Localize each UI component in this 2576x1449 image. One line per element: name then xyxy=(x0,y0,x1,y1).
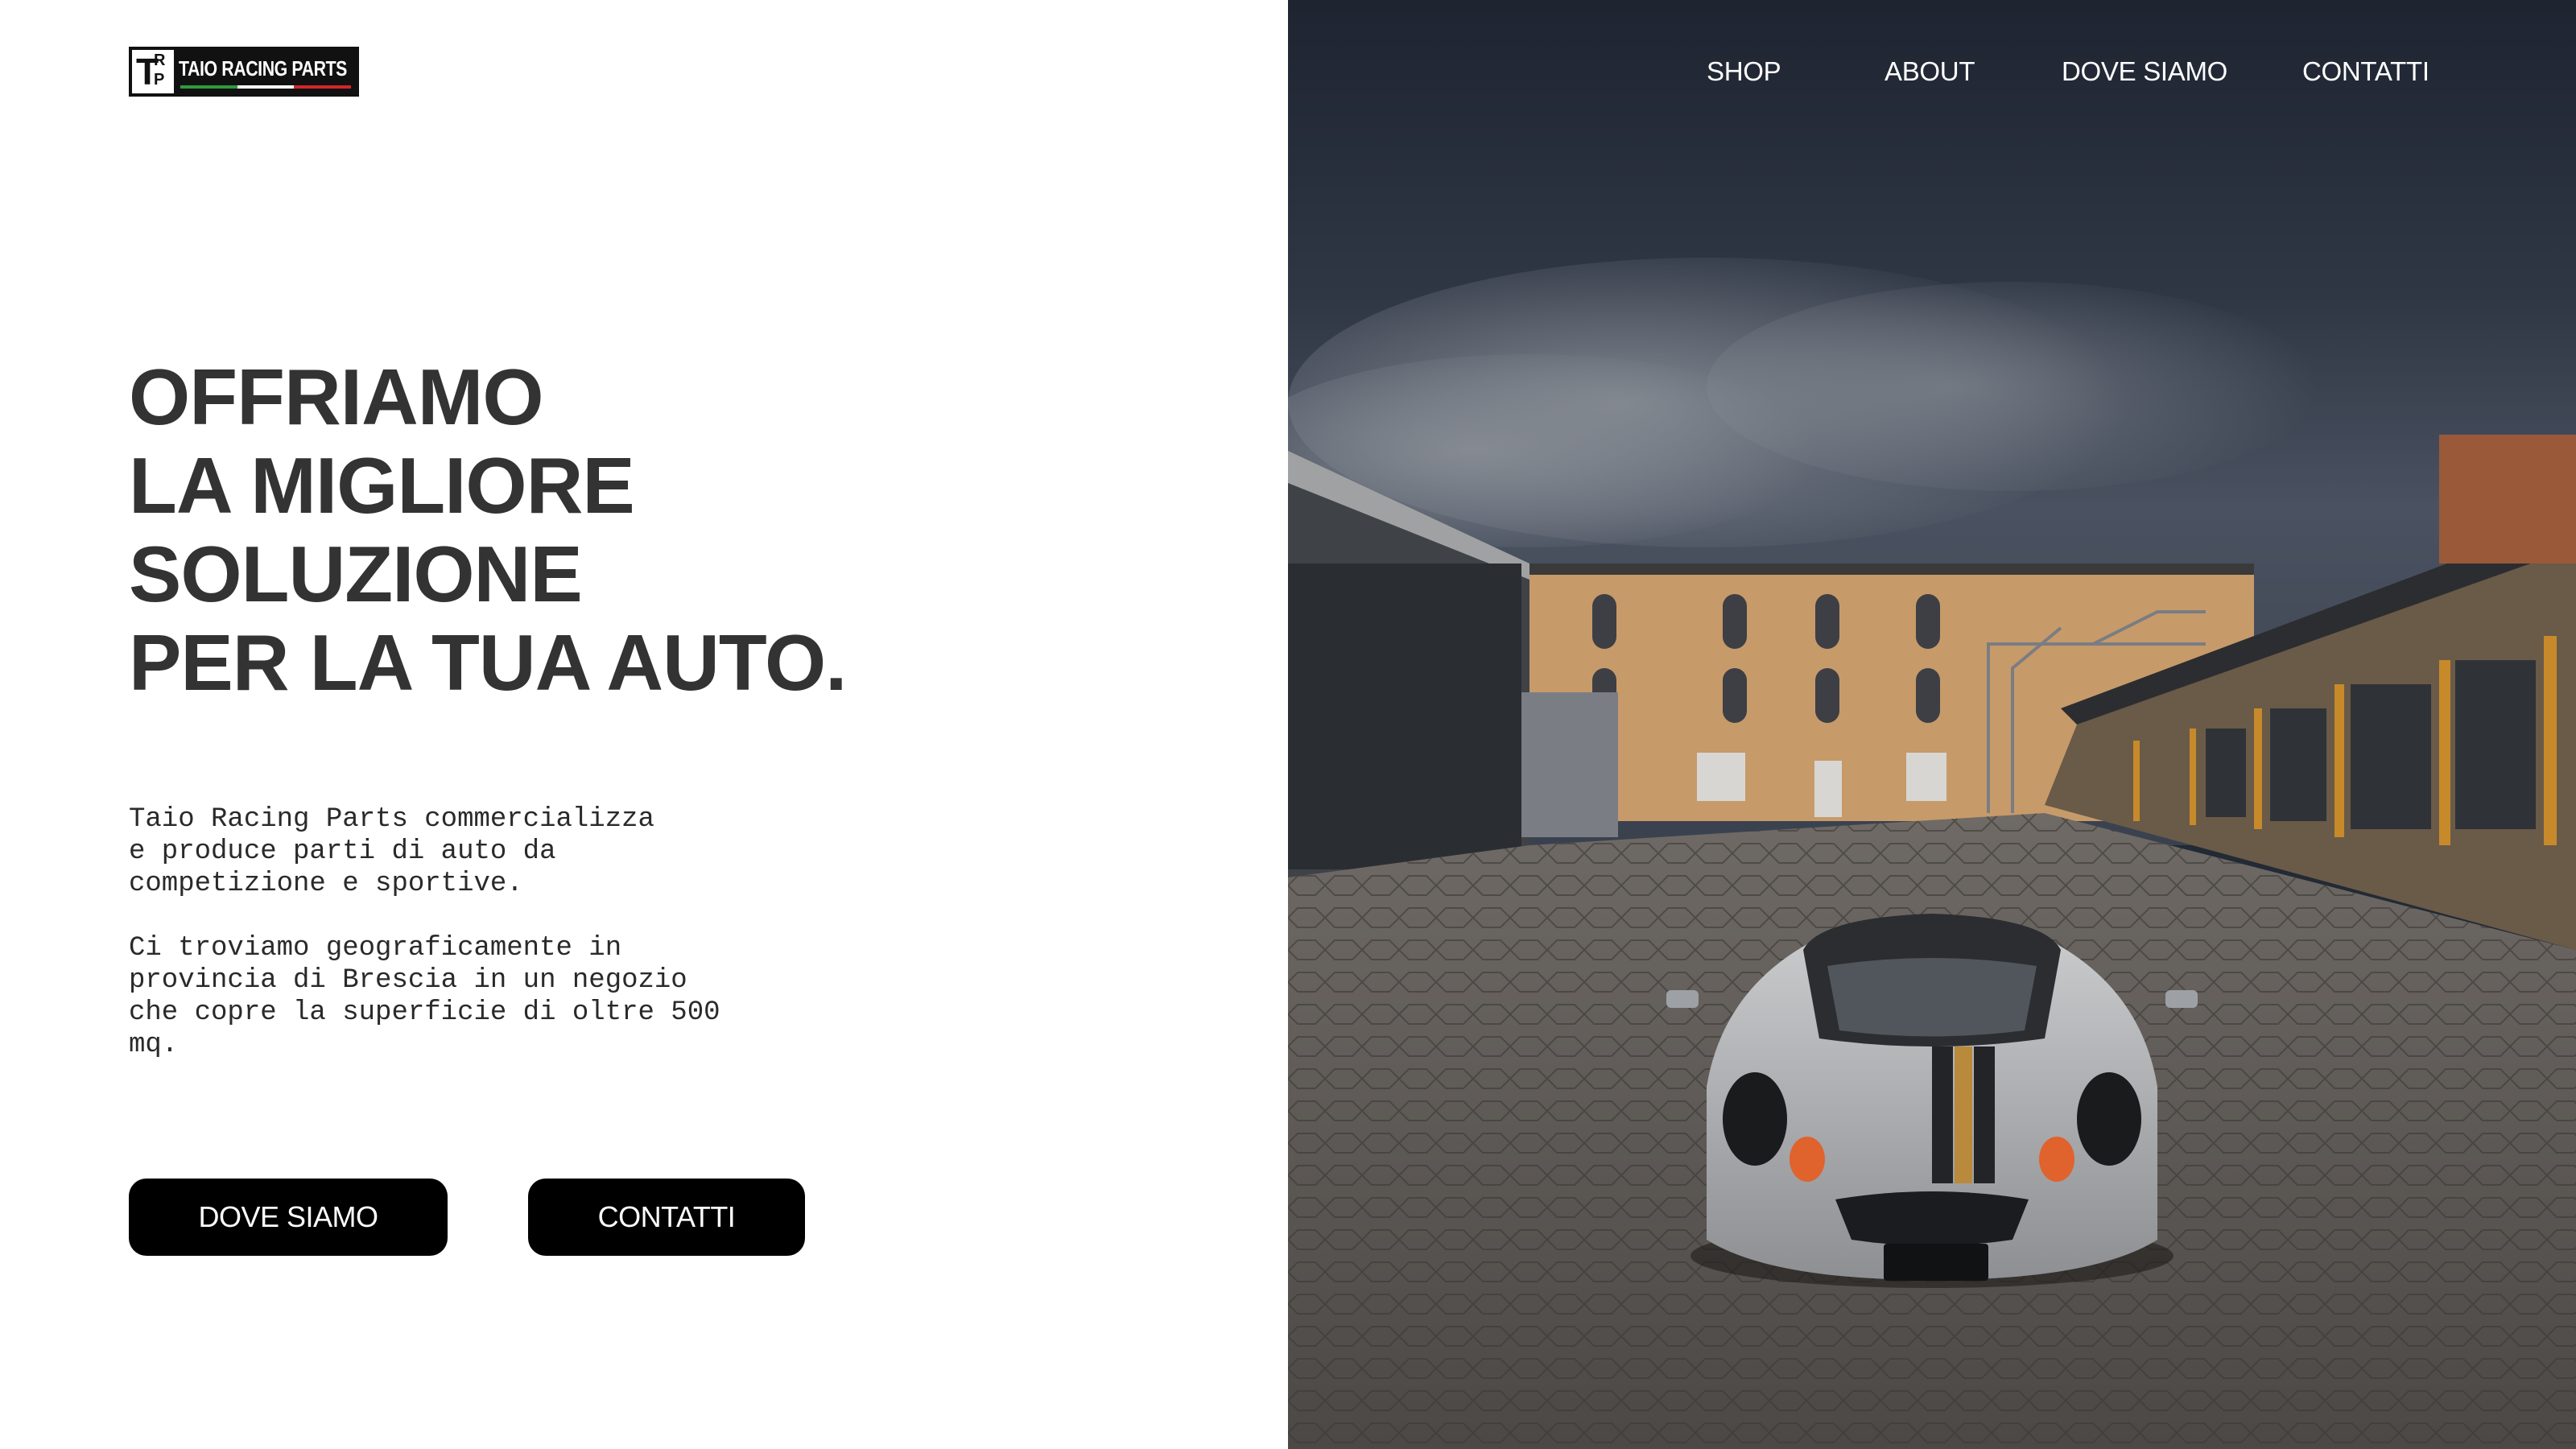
hero-left-panel: T R P TAIO RACING PARTS OFFRIAMO LA MIGL… xyxy=(0,0,1288,1449)
nav-dove-siamo[interactable]: DOVE SIAMO xyxy=(2062,56,2227,87)
logo-wordmark: TAIO RACING PARTS xyxy=(174,50,356,93)
nav-about[interactable]: ABOUT xyxy=(1885,56,1975,87)
logo-mark: T R P xyxy=(132,50,174,93)
brand-logo[interactable]: T R P TAIO RACING PARTS xyxy=(129,47,359,97)
contatti-button[interactable]: CONTATTI xyxy=(528,1179,805,1256)
dove-siamo-button[interactable]: DOVE SIAMO xyxy=(129,1179,448,1256)
headline-line-1: OFFRIAMO xyxy=(129,353,544,441)
description-paragraph-2: Ci troviamo geograficamente in provincia… xyxy=(129,933,720,1060)
brand-name: TAIO RACING PARTS xyxy=(179,56,347,80)
hero-headline: OFFRIAMO LA MIGLIORE SOLUZIONE PER LA TU… xyxy=(129,353,1175,707)
headline-line-4: PER LA TUA AUTO. xyxy=(129,618,847,707)
headline-line-2: LA MIGLIORE xyxy=(129,441,635,530)
logo-mark-p: P xyxy=(154,71,165,89)
hero-description: Taio Racing Parts commercializza e produ… xyxy=(129,803,853,1061)
logo-mark-r: R xyxy=(154,52,166,69)
flag-white xyxy=(237,85,295,89)
flag-red xyxy=(294,85,352,89)
hero-photo-illustration xyxy=(1288,0,2576,1449)
headline-line-3: SOLUZIONE xyxy=(129,530,583,618)
flag-green xyxy=(180,85,237,89)
nav-shop[interactable]: SHOP xyxy=(1707,56,1781,87)
description-paragraph-1: Taio Racing Parts commercializza e produ… xyxy=(129,804,654,899)
nav-contatti[interactable]: CONTATTI xyxy=(2302,56,2429,87)
hero-photo: SHOP ABOUT DOVE SIAMO CONTATTI xyxy=(1288,0,2576,1449)
italian-flag-stripe xyxy=(180,85,352,89)
